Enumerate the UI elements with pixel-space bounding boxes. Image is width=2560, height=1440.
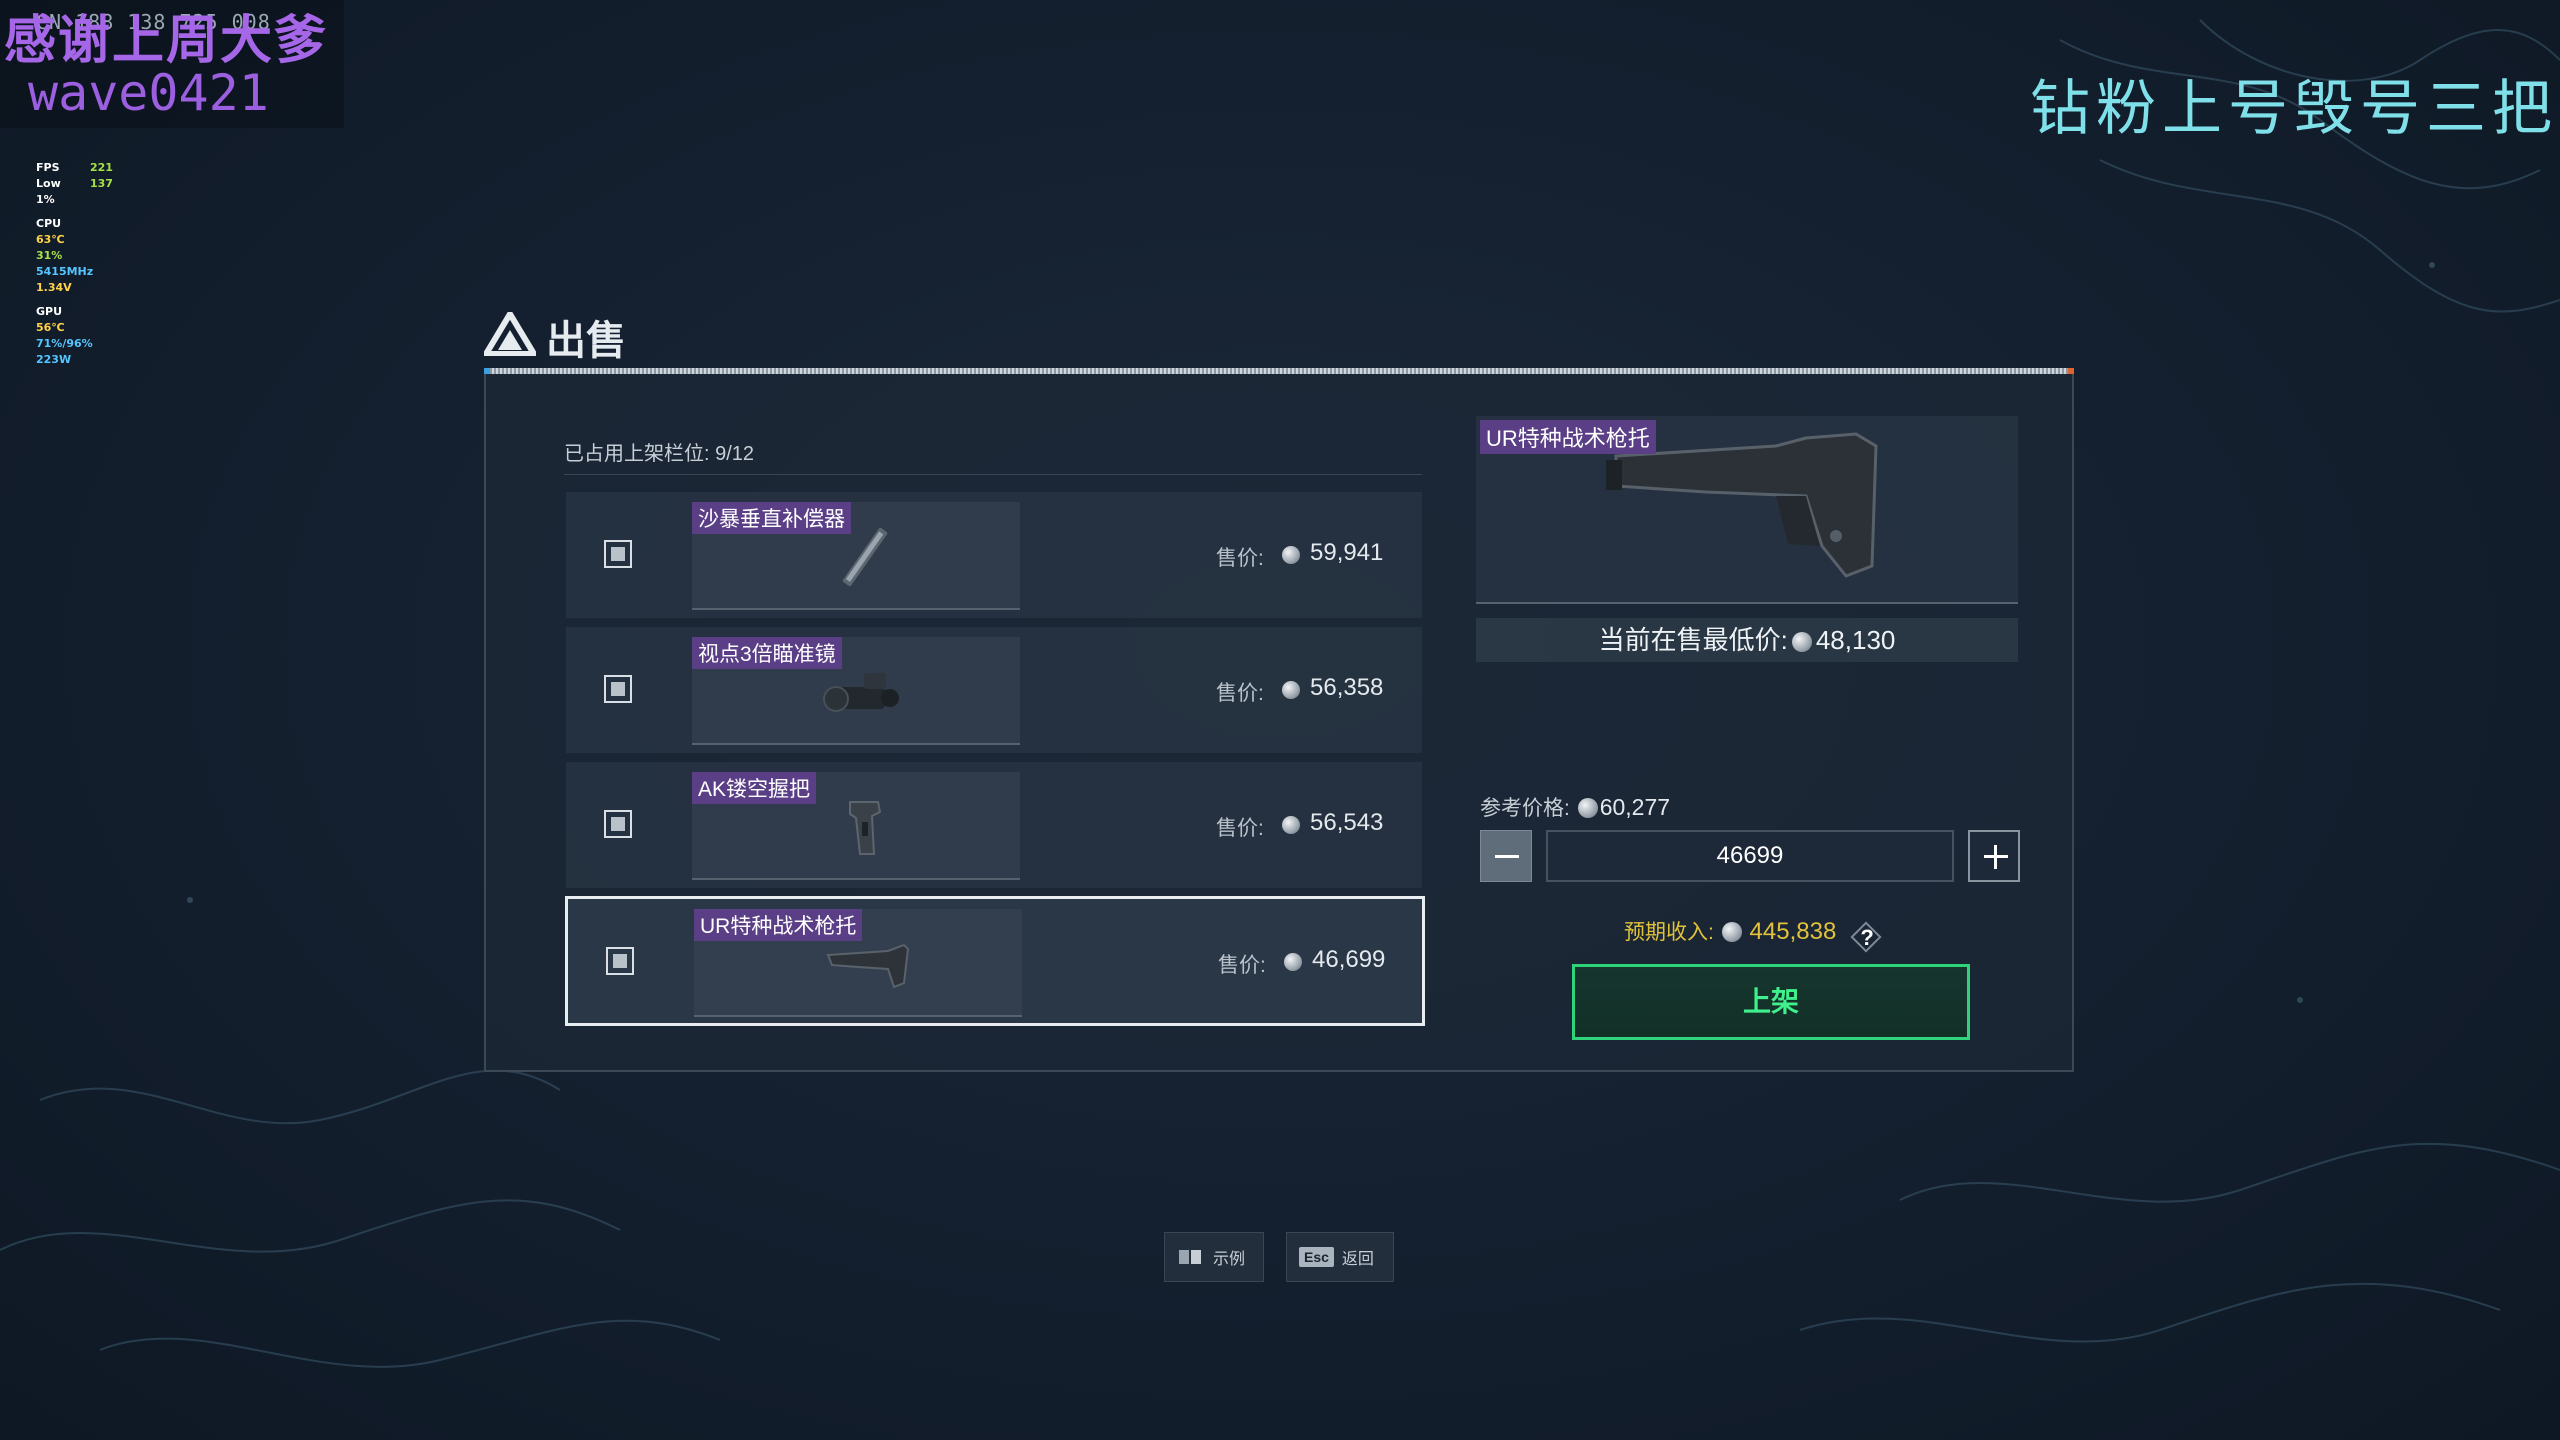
dialog-title: 出售 [546,319,626,363]
sell-dialog-header: 出售 [484,300,2074,370]
item-price: 46,699 [1312,946,1386,973]
coin-icon [1791,632,1812,652]
list-button-label: 上架 [1742,986,1799,1017]
reference-price: 参考价格: 60,277 [1480,792,1670,822]
list-item[interactable]: 视点3倍瞄准镜 售价: 56,358 [566,627,1422,753]
item-name-tag: AK镂空握把 [692,772,817,804]
stream-title: 钻粉上号毁号三把 [2030,74,2558,144]
list-for-sale-button[interactable]: 上架 [1572,964,1970,1040]
price-label: 售价: [1216,817,1264,840]
decrease-price-button[interactable] [1480,830,1532,882]
income-value: 445,838 [1749,918,1837,945]
cpu-load: 31% [36,249,63,262]
lowest-price-label: 当前在售最低价: [1598,625,1788,655]
thanks-text: 感谢上周大爹 [4,11,329,71]
income-label: 预期收入: [1624,921,1714,944]
reference-price-label: 参考价格: [1480,797,1570,820]
increase-price-button[interactable] [1968,830,2020,882]
item-price: 59,941 [1310,539,1384,566]
back-hint-button[interactable]: Esc 返回 [1286,1232,1394,1282]
help-icon[interactable]: ? [1852,923,1882,953]
performance-overlay: FPS 221 Low 1% 137 CPU 63℃ 31% 5415MHz 1.3… [36,160,113,368]
price-label: 售价: [1218,954,1266,977]
gpu-temp: 56℃ [36,321,65,334]
lowest-price-value: 48,130 [1815,625,1896,655]
coin-icon [1577,798,1598,818]
item-checkbox[interactable] [604,540,632,568]
item-name-tag: UR特种战术枪托 [694,909,863,941]
coin-icon [1282,681,1300,699]
item-name-tag: 沙暴垂直补偿器 [692,502,851,534]
coin-icon [1721,922,1742,942]
username-text: wave0421 [28,64,269,122]
example-label: 示例 [1213,1251,1246,1268]
list-item[interactable]: AK镂空握把 售价: 56,543 [566,762,1422,888]
sell-triangle-icon [484,312,536,356]
price-label: 售价: [1216,682,1264,705]
list-item-selected[interactable]: UR特种战术枪托 售价: 46,699 [565,896,1425,1026]
donation-overlay: CN 188 138 725 008 感谢上周大爹 wave0421 [0,0,344,128]
gpu-power: 223W [36,353,72,366]
coin-icon [1282,546,1300,564]
item-preview: UR特种战术枪托 [1476,416,2018,604]
esc-key-icon: Esc [1299,1247,1334,1267]
cpu-temp: 63℃ [36,233,65,246]
reference-price-value: 60,277 [1599,794,1671,820]
cpu-clock: 5415MHz [36,265,94,278]
fps-value: 221 [90,161,113,174]
listing-price-input[interactable] [1546,830,1954,882]
expected-income: 预期收入: 445,838 ? [1624,916,1882,953]
coin-icon [1282,816,1300,834]
item-name-tag: 视点3倍瞄准镜 [692,637,842,669]
back-label: 返回 [1341,1251,1374,1268]
example-hint-button[interactable]: 示例 [1164,1232,1264,1282]
item-checkbox[interactable] [606,947,634,975]
item-checkbox[interactable] [604,810,632,838]
fps-label: FPS [36,161,60,174]
book-icon [1179,1248,1203,1266]
low-value: 137 [90,177,113,190]
cpu-label: CPU [36,217,62,230]
low-label: Low 1% [36,177,61,206]
preview-name-tag: UR特种战术枪托 [1480,420,1656,454]
list-item[interactable]: 沙暴垂直补偿器 售价: 59,941 [566,492,1422,618]
price-label: 售价: [1216,547,1264,570]
gpu-label: GPU [36,305,63,318]
slots-divider [564,474,1422,475]
item-checkbox[interactable] [604,675,632,703]
cpu-volt: 1.34V [36,281,72,294]
item-price: 56,358 [1310,674,1384,701]
coin-icon [1284,953,1302,971]
slots-label: 已占用上架栏位: 9/12 [564,443,755,465]
item-price: 56,543 [1310,809,1384,836]
lowest-price-bar: 当前在售最低价: 48,130 [1476,618,2018,662]
grip-icon [849,801,882,855]
gpu-load: 71%/96% [36,337,93,350]
